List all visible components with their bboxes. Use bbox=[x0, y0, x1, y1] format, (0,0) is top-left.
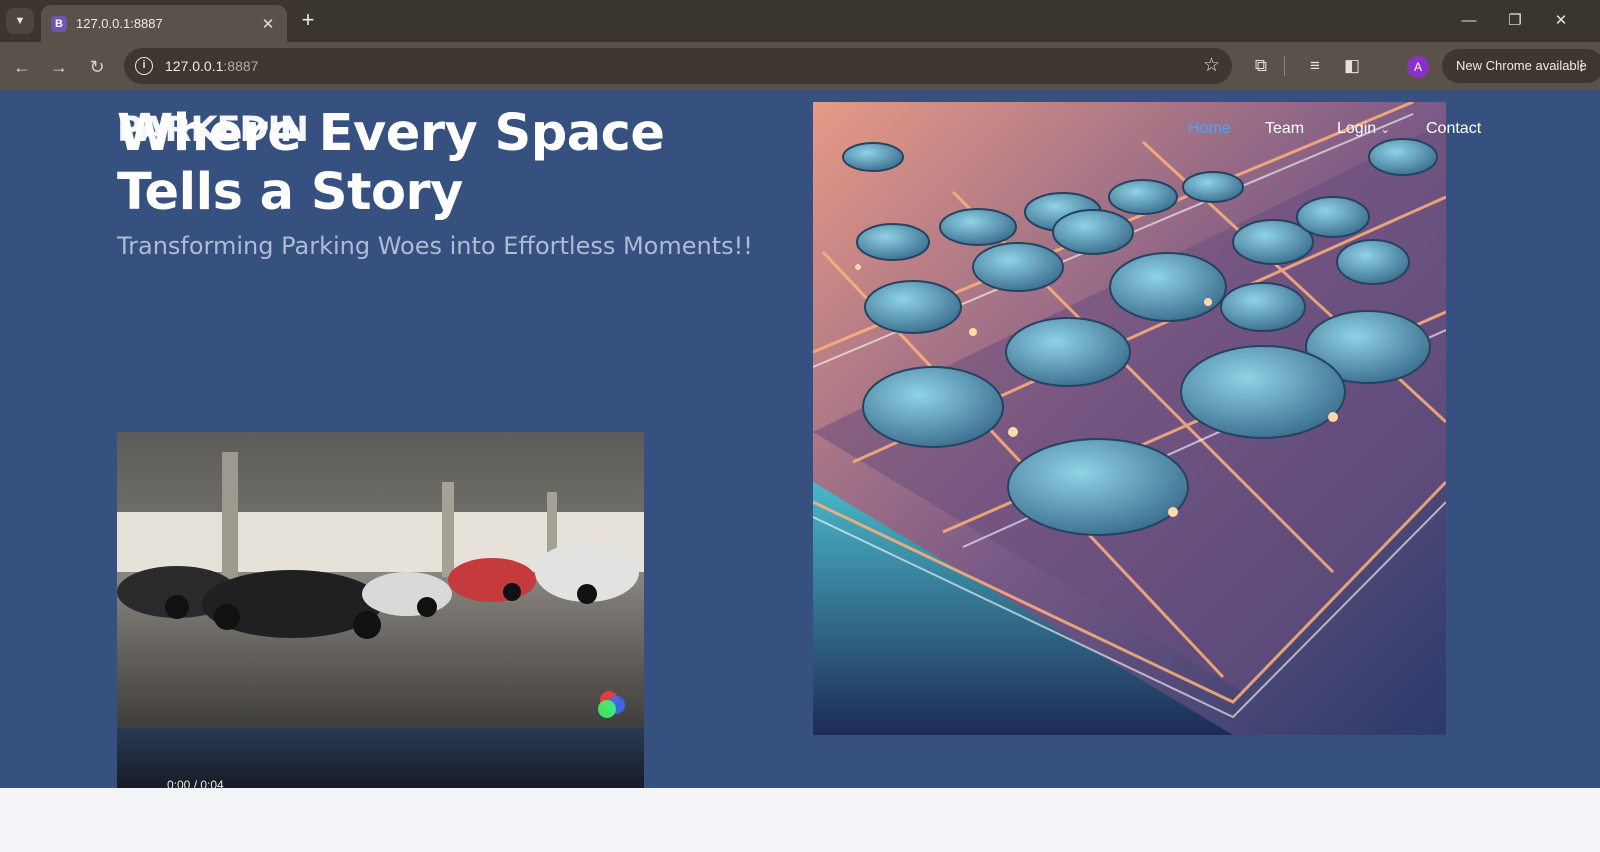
nav-link-login[interactable]: Login ⌄ bbox=[1337, 120, 1390, 138]
site-navbar: Home Team Login ⌄ Contact bbox=[0, 120, 1600, 140]
puzzle-icon[interactable]: ⧉ bbox=[1248, 53, 1274, 79]
reload-icon[interactable]: ↻ bbox=[84, 54, 110, 80]
video-time: 0:00 / 0:04 bbox=[167, 778, 224, 788]
chevron-down-icon: ▼ bbox=[14, 15, 26, 27]
browser-toolbar: ← → ↻ i 127.0.0.1:8887 ☆ ⧉ ≡ ◧ A New Chr… bbox=[0, 42, 1600, 90]
tab-search-button[interactable]: ▼ bbox=[6, 8, 34, 34]
arrow-right-icon[interactable]: → bbox=[46, 54, 72, 80]
tab-title: 127.0.0.1:8887 bbox=[76, 16, 163, 31]
chevron-down-icon: ⌄ bbox=[1380, 124, 1390, 136]
nav-link-team[interactable]: Team bbox=[1265, 120, 1304, 138]
parking-lot-illustration bbox=[813, 102, 1446, 735]
url-text[interactable]: 127.0.0.1:8887 bbox=[165, 58, 258, 74]
page-below-fold bbox=[0, 788, 1600, 852]
more-vertical-icon: ⋮ bbox=[1575, 58, 1588, 73]
plus-icon[interactable]: + bbox=[296, 8, 320, 34]
restore-icon[interactable]: ❐ bbox=[1500, 8, 1530, 34]
browser-tab-strip: ▼ B 127.0.0.1:8887 ✕ + — ❐ ✕ bbox=[0, 0, 1600, 42]
side-panel-icon[interactable]: ◧ bbox=[1339, 53, 1365, 79]
address-bar[interactable]: i 127.0.0.1:8887 ☆ bbox=[124, 48, 1232, 84]
page-viewport: PARKEDIN Where Every Space Tells a Story… bbox=[0, 90, 1600, 788]
hero-subheading: Transforming Parking Woes into Effortles… bbox=[117, 232, 753, 260]
star-icon[interactable]: ☆ bbox=[1203, 54, 1220, 77]
minimize-icon[interactable]: — bbox=[1454, 8, 1484, 34]
update-chrome-button[interactable]: New Chrome available ⋮ bbox=[1442, 49, 1600, 83]
video-controls[interactable]: 0:00 / 0:04 bbox=[117, 728, 644, 788]
info-icon[interactable]: i bbox=[135, 57, 153, 75]
arrow-left-icon[interactable]: ← bbox=[9, 54, 35, 80]
close-icon[interactable]: ✕ bbox=[259, 15, 277, 33]
nav-link-contact[interactable]: Contact bbox=[1426, 120, 1481, 138]
parking-garage-video[interactable]: 0:00 / 0:04 bbox=[117, 432, 644, 788]
media-queue-icon[interactable]: ≡ bbox=[1302, 53, 1328, 79]
toolbar-divider bbox=[1284, 56, 1285, 76]
nav-link-home[interactable]: Home bbox=[1188, 120, 1231, 138]
close-window-icon[interactable]: ✕ bbox=[1546, 8, 1576, 34]
favicon-icon: B bbox=[51, 15, 67, 32]
browser-tab[interactable]: B 127.0.0.1:8887 ✕ bbox=[41, 5, 287, 42]
avatar[interactable]: A bbox=[1407, 56, 1429, 78]
